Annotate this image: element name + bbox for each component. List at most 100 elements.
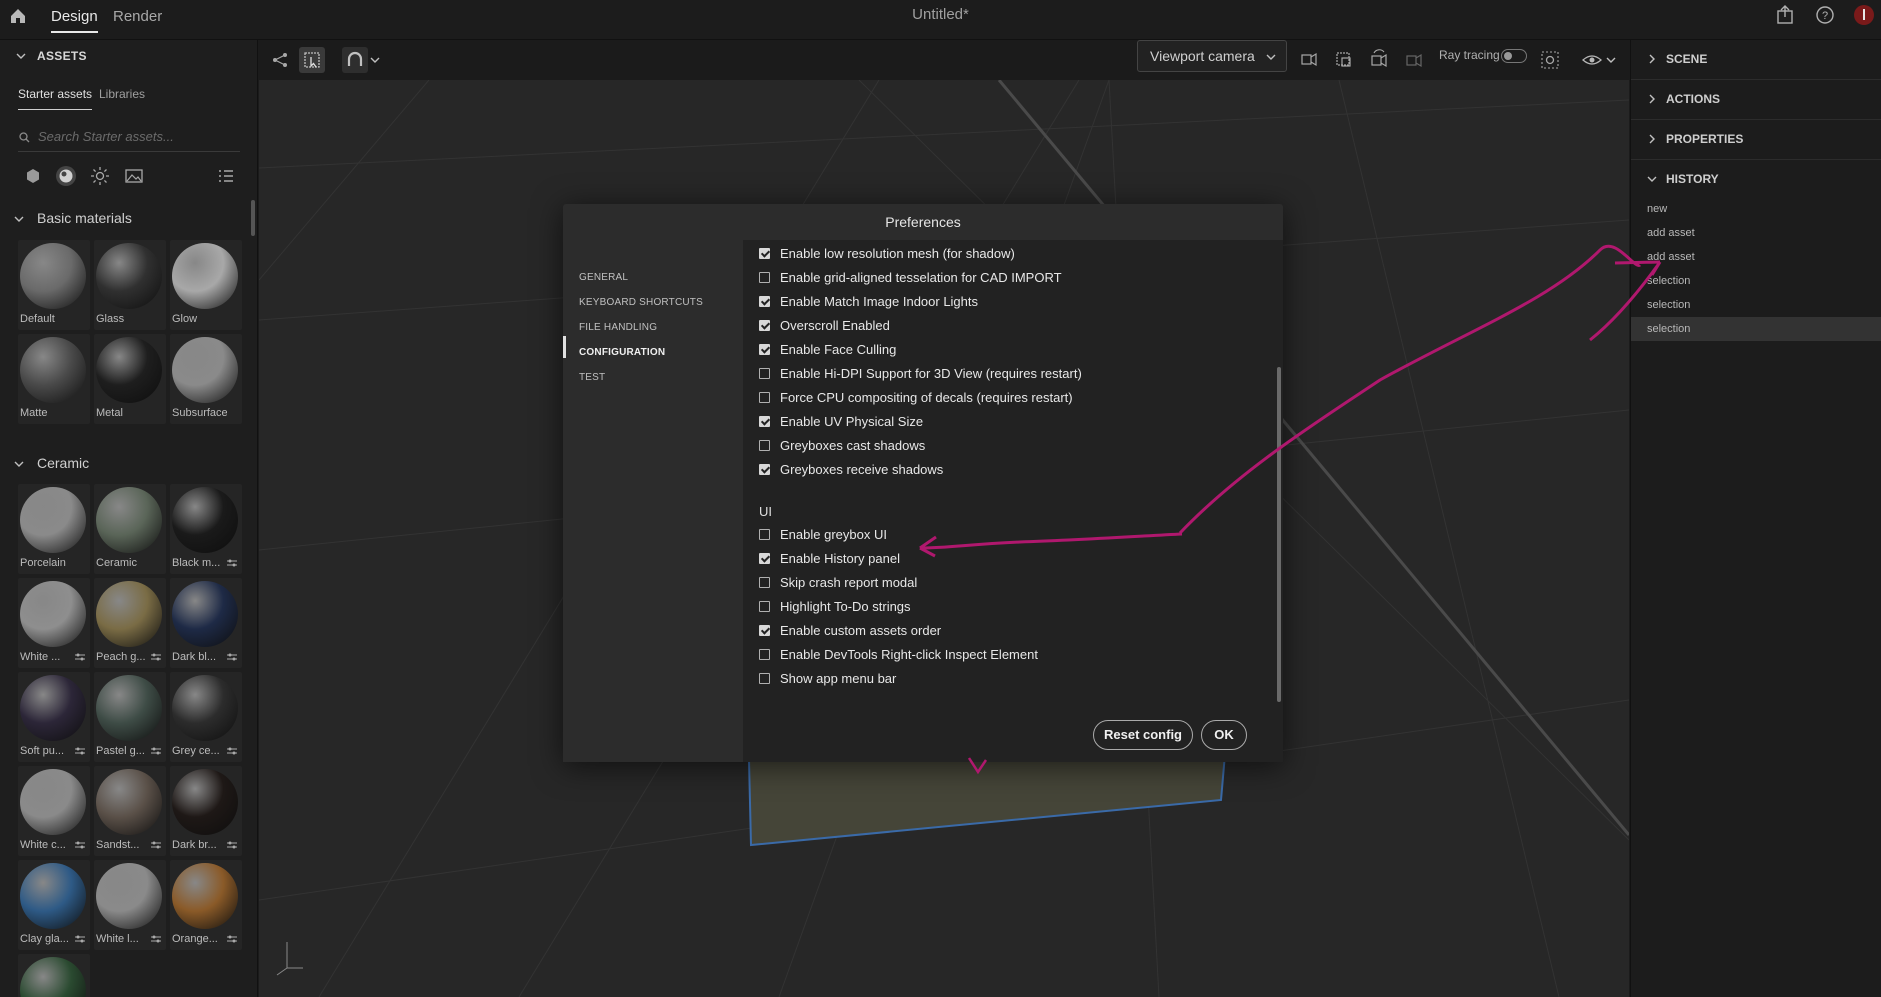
chevron-down-icon[interactable]	[14, 459, 24, 469]
material-tile[interactable]: White l...	[94, 860, 166, 950]
option-row[interactable]: Force CPU compositing of decals (require…	[759, 387, 1073, 409]
material-tile[interactable]: Sandst...	[94, 766, 166, 856]
sliders-icon[interactable]	[74, 652, 86, 662]
sliders-icon[interactable]	[226, 652, 238, 662]
option-row[interactable]: Enable Face Culling	[759, 339, 896, 361]
chevron-down-icon[interactable]	[14, 214, 24, 224]
material-tile[interactable]: Default	[18, 240, 90, 330]
option-checkbox[interactable]	[759, 416, 770, 427]
option-row[interactable]: Enable Hi-DPI Support for 3D View (requi…	[759, 363, 1082, 385]
render-settings-icon[interactable]	[1537, 47, 1563, 73]
section-scene[interactable]: SCENE	[1631, 40, 1881, 80]
chevron-down-icon[interactable]	[16, 51, 26, 61]
sliders-icon[interactable]	[150, 746, 162, 756]
nav-file-handling[interactable]: FILE HANDLING	[579, 322, 657, 333]
material-tile[interactable]: Glass	[94, 240, 166, 330]
option-checkbox[interactable]	[759, 272, 770, 283]
sliders-icon[interactable]	[226, 840, 238, 850]
images-icon[interactable]	[123, 165, 145, 187]
option-checkbox[interactable]	[759, 464, 770, 475]
tab-starter-assets[interactable]: Starter assets	[18, 87, 93, 110]
material-tile[interactable]: Pastel g...	[94, 672, 166, 762]
sliders-icon[interactable]	[74, 746, 86, 756]
ok-button[interactable]: OK	[1201, 720, 1247, 750]
material-tile[interactable]: Matte	[18, 334, 90, 424]
chevron-down-icon[interactable]	[1604, 47, 1618, 73]
magnet-icon[interactable]	[342, 47, 368, 73]
camera-add-icon[interactable]	[1401, 47, 1427, 73]
option-checkbox[interactable]	[759, 601, 770, 612]
material-tile[interactable]: Glow	[170, 240, 242, 330]
option-row[interactable]: Enable DevTools Right-click Inspect Elem…	[759, 644, 1038, 666]
nav-general[interactable]: GENERAL	[579, 272, 628, 283]
share-icon[interactable]	[1774, 4, 1796, 26]
sliders-icon[interactable]	[226, 934, 238, 944]
assets-scrollbar[interactable]	[251, 200, 255, 236]
option-checkbox[interactable]	[759, 673, 770, 684]
option-row[interactable]: Enable greybox UI	[759, 524, 887, 546]
option-checkbox[interactable]	[759, 625, 770, 636]
section-actions[interactable]: ACTIONS	[1631, 80, 1881, 120]
option-checkbox[interactable]	[759, 392, 770, 403]
select-tool-icon[interactable]	[299, 47, 325, 73]
camera-pan-icon[interactable]	[1296, 47, 1322, 73]
modal-scrollbar[interactable]	[1277, 367, 1281, 702]
history-item[interactable]: selection	[1631, 293, 1881, 317]
option-row[interactable]: Overscroll Enabled	[759, 315, 890, 337]
ray-tracing-toggle[interactable]	[1501, 49, 1527, 63]
option-checkbox[interactable]	[759, 248, 770, 259]
material-tile[interactable]: Black m...	[170, 484, 242, 574]
material-tile[interactable]: Subsurface	[170, 334, 242, 424]
option-row[interactable]: Skip crash report modal	[759, 572, 917, 594]
history-item[interactable]: selection	[1631, 269, 1881, 293]
material-tile[interactable]: White c...	[18, 766, 90, 856]
material-tile[interactable]: Orange...	[170, 860, 242, 950]
material-tile[interactable]: Metal	[94, 334, 166, 424]
materials-icon[interactable]	[55, 165, 77, 187]
viewport-camera-select[interactable]: Viewport camera	[1137, 40, 1287, 72]
lights-icon[interactable]	[89, 165, 111, 187]
option-checkbox[interactable]	[759, 577, 770, 588]
option-checkbox[interactable]	[759, 529, 770, 540]
option-checkbox[interactable]	[759, 296, 770, 307]
sliders-icon[interactable]	[74, 840, 86, 850]
option-checkbox[interactable]	[759, 440, 770, 451]
section-basic-materials[interactable]: Basic materials	[37, 210, 132, 226]
option-row[interactable]: Enable low resolution mesh (for shadow)	[759, 243, 1015, 265]
option-row[interactable]: Greyboxes receive shadows	[759, 459, 943, 481]
material-tile[interactable]: Dark bl...	[170, 578, 242, 668]
option-row[interactable]: Enable UV Physical Size	[759, 411, 923, 433]
section-ceramic[interactable]: Ceramic	[37, 455, 89, 471]
option-checkbox[interactable]	[759, 368, 770, 379]
history-item[interactable]: add asset	[1631, 245, 1881, 269]
sliders-icon[interactable]	[226, 746, 238, 756]
history-item[interactable]: new	[1631, 197, 1881, 221]
scene-graph-icon[interactable]	[267, 47, 293, 73]
eye-icon[interactable]	[1579, 47, 1605, 73]
material-tile[interactable]: Dark br...	[170, 766, 242, 856]
material-tile[interactable]: Porcelain	[18, 484, 90, 574]
option-checkbox[interactable]	[759, 344, 770, 355]
help-icon[interactable]: ?	[1814, 4, 1836, 26]
camera-frame-icon[interactable]	[1331, 47, 1357, 73]
material-tile[interactable]: White ...	[18, 578, 90, 668]
section-history[interactable]: HISTORY	[1631, 160, 1881, 200]
models-icon[interactable]	[22, 165, 44, 187]
nav-keyboard-shortcuts[interactable]: KEYBOARD SHORTCUTS	[579, 297, 703, 308]
sliders-icon[interactable]	[150, 652, 162, 662]
option-checkbox[interactable]	[759, 649, 770, 660]
option-row[interactable]: Enable custom assets order	[759, 620, 941, 642]
material-tile[interactable]: Peach g...	[94, 578, 166, 668]
history-item-selected[interactable]: selection	[1631, 317, 1881, 341]
avatar[interactable]	[1853, 4, 1875, 26]
material-tile[interactable]: Soft pu...	[18, 672, 90, 762]
material-tile[interactable]: Clay gla...	[18, 860, 90, 950]
material-tile[interactable]: Grey ce...	[170, 672, 242, 762]
option-row[interactable]: Greyboxes cast shadows	[759, 435, 925, 457]
camera-orbit-icon[interactable]	[1366, 47, 1392, 73]
sliders-icon[interactable]	[150, 840, 162, 850]
history-item[interactable]: add asset	[1631, 221, 1881, 245]
option-row[interactable]: Enable History panel	[759, 548, 900, 570]
tab-libraries[interactable]: Libraries	[99, 87, 145, 101]
sliders-icon[interactable]	[150, 934, 162, 944]
